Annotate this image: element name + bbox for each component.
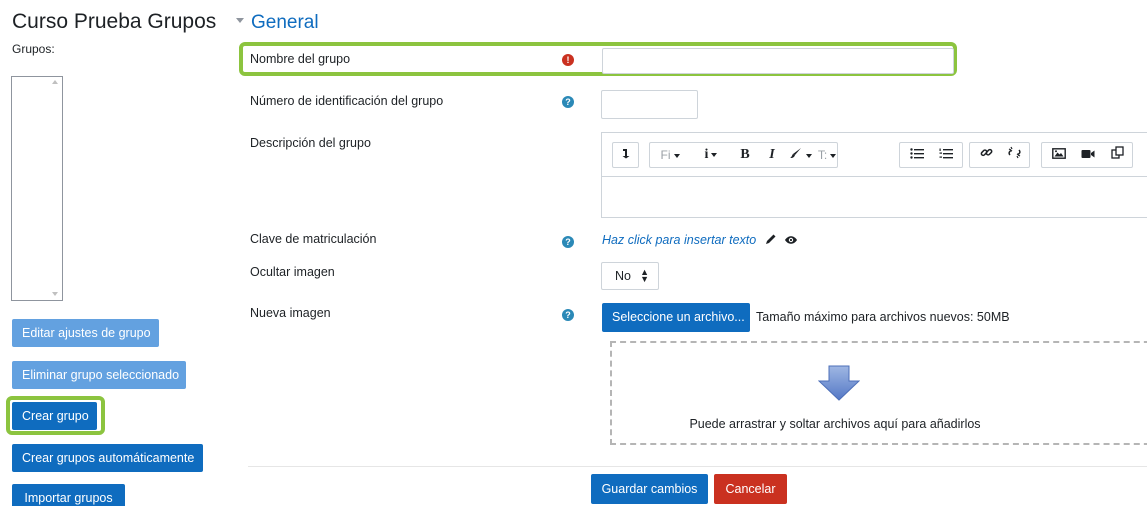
required-icon: ! xyxy=(562,54,574,66)
group-name-input[interactable] xyxy=(602,48,954,74)
unordered-list-icon[interactable] xyxy=(903,143,931,167)
manage-files-icon[interactable] xyxy=(1103,143,1131,167)
edit-group-settings-button[interactable]: Editar ajustes de grupo xyxy=(12,319,159,347)
max-file-size-text: Tamaño máximo para archivos nuevos: 50MB xyxy=(756,310,1010,324)
bold-icon[interactable]: B xyxy=(732,143,758,167)
video-icon[interactable] xyxy=(1074,143,1102,167)
import-groups-button[interactable]: Importar grupos xyxy=(12,484,125,506)
description-editor: Fi i B I T: xyxy=(601,132,1147,218)
toolbar-group-style: Fi i B I T: xyxy=(649,142,838,168)
text-style-label: T: xyxy=(817,148,828,162)
pencil-icon[interactable] xyxy=(765,233,777,248)
toolbar-group-toggle xyxy=(612,142,639,168)
toolbar-toggle-icon[interactable] xyxy=(613,143,638,167)
create-group-button[interactable]: Crear grupo xyxy=(12,402,97,430)
help-icon[interactable]: ? xyxy=(562,96,574,108)
auto-create-groups-button[interactable]: Crear grupos automáticamente xyxy=(12,444,203,472)
collapse-caret-icon xyxy=(236,18,244,24)
select-arrows-icon: ▲ ▼ xyxy=(640,267,649,284)
file-drop-zone[interactable]: Puede arrastrar y soltar archivos aquí p… xyxy=(610,341,1147,445)
hide-picture-label: Ocultar imagen xyxy=(250,265,335,279)
eye-icon[interactable] xyxy=(784,234,798,248)
cancel-button[interactable]: Cancelar xyxy=(714,474,787,504)
font-color-icon[interactable] xyxy=(784,143,816,167)
groups-listbox[interactable] xyxy=(11,76,63,301)
font-family-label: Fi xyxy=(660,148,671,162)
ordered-list-icon[interactable] xyxy=(932,143,960,167)
italic-icon[interactable]: I xyxy=(760,143,784,167)
groups-label: Grupos: xyxy=(12,42,55,56)
info-icon[interactable]: i xyxy=(692,143,730,167)
link-icon[interactable] xyxy=(973,143,999,167)
chevron-down-icon xyxy=(830,153,837,158)
image-icon[interactable] xyxy=(1045,143,1073,167)
toolbar-group-links xyxy=(969,142,1030,168)
drop-zone-text: Puede arrastrar y soltar archivos aquí p… xyxy=(689,417,981,431)
editor-content-area[interactable] xyxy=(602,177,1147,217)
group-idnumber-input[interactable] xyxy=(601,90,698,119)
toolbar-group-media xyxy=(1041,142,1133,168)
down-arrow-icon xyxy=(817,365,861,404)
editor-toolbar: Fi i B I T: xyxy=(602,133,1147,177)
general-section-title: General xyxy=(251,12,319,33)
hide-picture-value: No xyxy=(615,269,631,283)
enrolment-key-label: Clave de matriculación xyxy=(250,232,377,246)
page-title: Curso Prueba Grupos xyxy=(12,10,217,33)
scroll-down-icon[interactable] xyxy=(52,292,58,296)
new-picture-label: Nueva imagen xyxy=(250,306,331,320)
enrolment-key-link[interactable]: Haz click para insertar texto xyxy=(602,233,798,248)
font-family-button[interactable]: Fi xyxy=(650,143,690,167)
enrolment-key-link-text: Haz click para insertar texto xyxy=(602,233,757,247)
scroll-up-icon[interactable] xyxy=(52,80,58,84)
group-idnumber-label: Número de identificación del grupo xyxy=(250,94,444,108)
group-name-label: Nombre del grupo xyxy=(250,52,351,66)
text-style-button[interactable]: T: xyxy=(816,143,838,167)
help-icon[interactable]: ? xyxy=(562,309,574,321)
help-icon[interactable]: ? xyxy=(562,236,574,248)
delete-selected-group-button[interactable]: Eliminar grupo seleccionado xyxy=(12,361,186,389)
chevron-down-icon xyxy=(673,153,680,158)
toolbar-group-lists xyxy=(899,142,963,168)
hide-picture-select[interactable]: No ▲ ▼ xyxy=(601,262,659,290)
group-description-label: Descripción del grupo xyxy=(250,136,371,150)
unlink-icon[interactable] xyxy=(1001,143,1027,167)
chevron-down-icon xyxy=(711,152,718,157)
form-divider xyxy=(248,466,1147,467)
choose-file-button[interactable]: Seleccione un archivo... xyxy=(602,303,750,332)
save-changes-button[interactable]: Guardar cambios xyxy=(591,474,708,504)
general-section-toggle[interactable]: General xyxy=(236,12,319,34)
chevron-down-icon xyxy=(805,153,812,158)
